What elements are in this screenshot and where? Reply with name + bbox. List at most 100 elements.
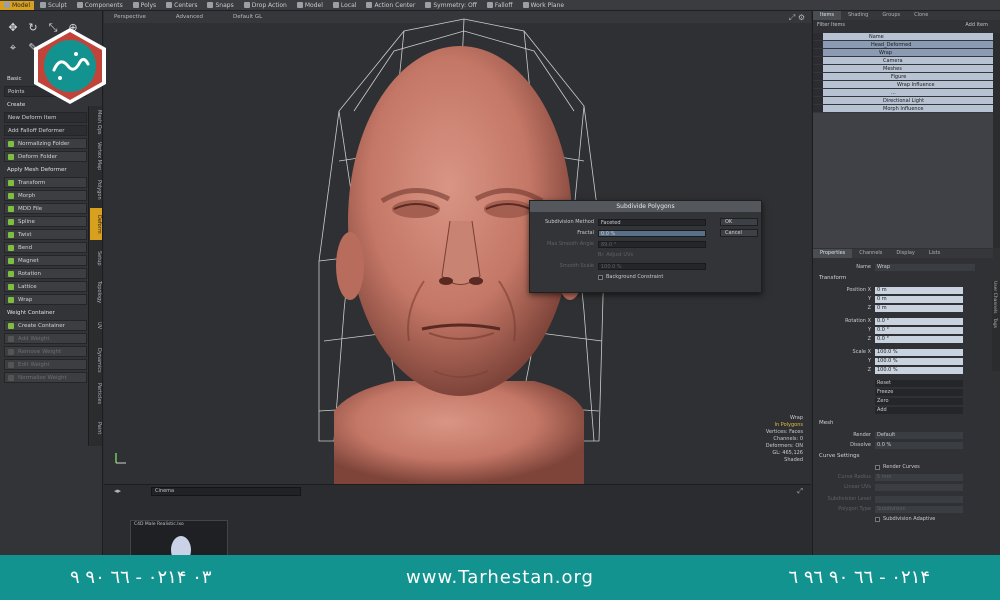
toolbar-button[interactable]: Local — [329, 1, 361, 10]
visibility-icon[interactable] — [813, 89, 823, 96]
user-channels-tab[interactable]: User Channels — [992, 281, 997, 314]
vertical-tab[interactable]: Vertex Map — [90, 140, 102, 172]
vertical-tab[interactable]: Particles — [90, 378, 102, 410]
item-list-tab[interactable]: Groups — [875, 11, 907, 20]
tree-row[interactable]: ... — [813, 89, 993, 97]
tree-row[interactable]: Morph Influence — [813, 105, 993, 113]
item-list-tab[interactable]: Shading — [841, 11, 875, 20]
toolbar-button[interactable]: Centers — [162, 1, 201, 10]
vertical-tab[interactable]: Topology — [90, 276, 102, 308]
visibility-icon[interactable] — [813, 33, 823, 40]
tool-item[interactable]: Normalize Weight — [4, 372, 87, 383]
background-constraint-checkbox[interactable] — [598, 274, 603, 280]
render-curves-checkbox[interactable] — [875, 464, 880, 470]
tool-item[interactable]: New Deform Item — [4, 112, 87, 123]
tool-item[interactable]: Rotation — [4, 268, 87, 279]
add-dropdown[interactable]: Add — [875, 406, 963, 414]
vertical-tab[interactable]: Deform — [90, 208, 102, 240]
tree-row[interactable]: Wrap — [813, 49, 993, 57]
3d-viewport[interactable]: Perspective Advanced Default GL ⤢ ⚙ Wrap… — [104, 11, 811, 484]
tree-row[interactable]: Name — [813, 33, 993, 41]
tags-tab[interactable]: Tags — [992, 318, 997, 328]
tree-row[interactable]: Figure — [813, 73, 993, 81]
toolbar-button[interactable]: Symmetry: Off — [421, 1, 480, 10]
linear-uvs-input[interactable] — [875, 483, 963, 491]
tool-item[interactable]: Magnet — [4, 255, 87, 266]
toolbar-button[interactable]: Sculpt — [36, 1, 71, 10]
tool-item[interactable]: Twist — [4, 229, 87, 240]
fractal-input[interactable]: 0.0 % — [598, 229, 706, 237]
vertical-tab[interactable]: Polygon — [90, 174, 102, 206]
visibility-icon[interactable] — [813, 41, 823, 48]
toolbar-button[interactable]: Snaps — [203, 1, 237, 10]
position-x-input[interactable]: 0 m — [875, 286, 963, 294]
tool-item[interactable]: Bend — [4, 242, 87, 253]
vertical-tab[interactable]: Paint — [90, 412, 102, 444]
position-z-input[interactable]: 0 m — [875, 304, 963, 312]
move-icon[interactable]: ✥ — [6, 21, 20, 35]
subdivision-method-select[interactable]: Faceted — [598, 218, 706, 226]
scale-y-input[interactable]: 100.0 % — [875, 357, 963, 365]
properties-tab[interactable]: Lists — [922, 249, 947, 258]
toolbar-button[interactable]: Drop Action — [240, 1, 291, 10]
item-tree-scrollbar[interactable] — [993, 33, 1000, 248]
panel-expand-icon[interactable]: ⤢ — [797, 487, 803, 496]
website-link[interactable]: www.Tarhestan.org — [406, 567, 594, 588]
vertical-tab[interactable]: Setup — [90, 242, 102, 274]
visibility-icon[interactable] — [813, 57, 823, 64]
tree-row[interactable]: Directional Light — [813, 97, 993, 105]
visibility-icon[interactable] — [813, 65, 823, 72]
properties-tab[interactable]: Channels — [852, 249, 889, 258]
rotation-x-input[interactable]: 0.0 ° — [875, 317, 963, 325]
max-smooth-angle-input[interactable]: 89.0 ° — [598, 240, 706, 248]
polygon-type-select[interactable]: Subdivision — [875, 505, 963, 513]
tool-item[interactable]: Transform — [4, 177, 87, 188]
vertical-tab[interactable]: Dynamics — [90, 344, 102, 376]
properties-tab[interactable]: Properties — [813, 249, 853, 258]
subdivision-adaptive-checkbox[interactable] — [875, 516, 880, 522]
toolbar-button[interactable]: Action Center — [362, 1, 419, 10]
rotation-z-input[interactable]: 0.0 ° — [875, 335, 963, 343]
item-list-tab[interactable]: Clone — [907, 11, 935, 20]
item-list-tab[interactable]: Items — [813, 11, 841, 20]
select-icon[interactable]: ⌖ — [6, 41, 20, 55]
tree-row[interactable]: Wrap Influence — [813, 81, 993, 89]
background-constraint-row[interactable]: Background Constraint — [598, 273, 663, 281]
curve-radius-input[interactable]: 5 mm — [875, 473, 963, 481]
tool-item[interactable]: Lattice — [4, 281, 87, 292]
toolbar-button[interactable]: Polys — [129, 1, 160, 10]
toolbar-button[interactable]: Falloff — [483, 1, 517, 10]
ok-button[interactable]: OK — [720, 218, 758, 226]
preset-path-field[interactable]: Cinema — [151, 486, 302, 496]
vertical-tab[interactable]: UV — [90, 310, 102, 342]
visibility-icon[interactable] — [813, 49, 823, 56]
freeze-dropdown[interactable]: Freeze — [875, 388, 963, 396]
tree-row[interactable]: Head_Deformed — [813, 41, 993, 49]
tool-item[interactable]: Deform Folder — [4, 151, 87, 162]
tool-item[interactable]: Spline — [4, 216, 87, 227]
tool-item[interactable]: Add Weight — [4, 333, 87, 344]
tool-item[interactable]: Wrap — [4, 294, 87, 305]
tree-row[interactable]: Camera — [813, 57, 993, 65]
filter-items-field[interactable]: Filter Items — [817, 22, 845, 28]
visibility-icon[interactable] — [813, 105, 823, 112]
toolbar-button[interactable]: Model — [0, 0, 35, 10]
smooth-scale-input[interactable]: 100.0 % — [598, 262, 706, 270]
scale-x-input[interactable]: 100.0 % — [875, 348, 963, 356]
toolbar-button[interactable]: Work Plane — [519, 1, 569, 10]
tool-item[interactable]: MDD File — [4, 203, 87, 214]
name-input[interactable]: Wrap — [875, 263, 975, 271]
toolbar-button[interactable]: Model — [293, 1, 327, 10]
position-y-input[interactable]: 0 m — [875, 295, 963, 303]
visibility-icon[interactable] — [813, 73, 823, 80]
tree-row[interactable]: Meshes — [813, 65, 993, 73]
dissolve-input[interactable]: 0.0 % — [875, 441, 963, 449]
toolbar-button[interactable]: Components — [73, 1, 127, 10]
adjust-uvs-checkbox[interactable]: Br. Adjust UVs — [598, 252, 633, 258]
add-item-button[interactable]: Add Item — [965, 22, 988, 28]
visibility-icon[interactable] — [813, 81, 823, 88]
rotation-y-input[interactable]: 0.0 ° — [875, 326, 963, 334]
subdivision-level-input[interactable] — [875, 495, 963, 503]
visibility-icon[interactable] — [813, 97, 823, 104]
reset-dropdown[interactable]: Reset — [875, 379, 963, 387]
